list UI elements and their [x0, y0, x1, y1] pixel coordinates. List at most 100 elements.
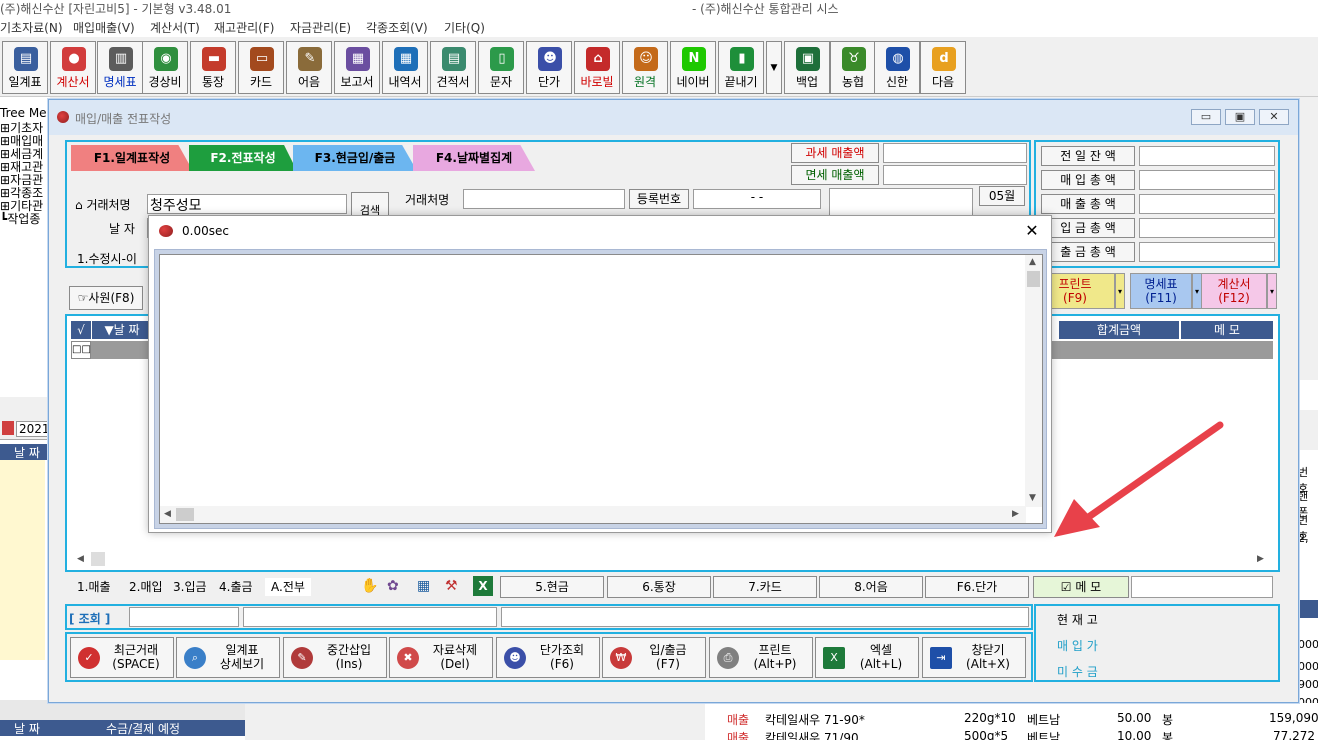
regno-field[interactable]: - -	[693, 189, 821, 209]
menu-basic-data[interactable]: 기초자료(N)	[0, 19, 63, 36]
tab-purchase[interactable]: 2.매입	[129, 578, 163, 596]
grid-scroll-thumb[interactable]	[91, 552, 105, 566]
toolbar-button-16[interactable]: ▣ 백업	[784, 41, 830, 94]
menu-reports[interactable]: 각종조회(V)	[366, 19, 428, 36]
scroll-left-icon[interactable]: ◀	[164, 509, 171, 519]
toolbar-button-13[interactable]: ☺ 원격	[622, 41, 668, 94]
subtab-edit[interactable]: 1.수정시-이	[77, 250, 137, 267]
memo-toggle[interactable]: ☑ 메 모	[1033, 576, 1129, 598]
popup-title: 0.00sec	[182, 224, 229, 238]
bankbook-button[interactable]: 6.통장	[607, 576, 711, 598]
toolbar-button-11[interactable]: ☻ 단가	[526, 41, 572, 94]
employee-button[interactable]: ☞사원(F8)	[69, 286, 143, 310]
calculator-icon[interactable]: ▦	[417, 578, 430, 594]
check-icon: ✓	[78, 647, 100, 669]
memo-field[interactable]	[1131, 576, 1273, 598]
menu-invoice[interactable]: 계산서(T)	[150, 19, 200, 36]
tab-daily-sheet[interactable]: F1.일계표작성	[71, 145, 193, 171]
tool-icon-2[interactable]: ✿	[387, 578, 399, 594]
grid-col-memo[interactable]: 메 모	[1181, 321, 1273, 339]
tab-deposit[interactable]: 3.입금	[173, 578, 207, 596]
tab-date-summary[interactable]: F4.날짜별집계	[413, 145, 535, 171]
tree-item[interactable]: ┗작업종	[0, 210, 40, 227]
scroll-right-icon[interactable]: ▶	[1012, 509, 1019, 519]
toolbar-button-6[interactable]: ✎ 어음	[286, 41, 332, 94]
grid-col-date[interactable]: ▼날 짜	[92, 321, 152, 339]
toolbar-button-15[interactable]: ▮ 끝내기	[718, 41, 764, 94]
toolbar-button-1[interactable]: ● 계산서	[50, 41, 96, 94]
toolbar-button-2[interactable]: ▥ 명세표	[97, 41, 143, 94]
cash-button[interactable]: 5.현금	[500, 576, 604, 598]
maximize-button[interactable]: ▣	[1225, 109, 1255, 125]
bg-col-date-2: 날 짜	[14, 722, 40, 736]
toolbar-button-17[interactable]: ♉ 농협	[830, 41, 876, 94]
tab-cash-io[interactable]: F3.현금입/출금	[293, 145, 417, 171]
app-icon	[57, 111, 69, 123]
tab-voucher[interactable]: F2.전표작성	[189, 145, 297, 171]
toolbar-icon: ✎	[298, 47, 322, 71]
toolbar-button-10[interactable]: ▯ 문자	[478, 41, 524, 94]
daily-detail-button[interactable]: ⌕ 일계표 상세보기	[176, 637, 280, 678]
toolbar-icon: ▮	[730, 47, 754, 71]
recent-trade-button[interactable]: ✓ 최근거래 (SPACE)	[70, 637, 174, 678]
toolbar-button-14[interactable]: N 네이버	[670, 41, 716, 94]
bill-button[interactable]: 8.어음	[819, 576, 923, 598]
toolbar-button-8[interactable]: ▦ 내역서	[382, 41, 428, 94]
app-icon	[159, 225, 173, 237]
toolbar-dropdown-icon[interactable]: ▼	[766, 41, 782, 94]
popup-horizontal-scrollbar[interactable]: ◀ ▶	[160, 506, 1026, 523]
invoice-dropdown[interactable]: ▾	[1267, 273, 1277, 309]
tools-icon[interactable]: ⚒	[445, 578, 458, 594]
scroll-down-icon[interactable]: ▼	[1029, 493, 1036, 503]
print-dropdown[interactable]: ▾	[1115, 273, 1125, 309]
delete-button[interactable]: ✖ 자료삭제 (Del)	[389, 637, 493, 678]
grid-col-check[interactable]: √	[71, 321, 91, 339]
tab-sales[interactable]: 1.매출	[77, 578, 111, 596]
menu-etc[interactable]: 기타(Q)	[444, 19, 485, 36]
exempt-sales-field[interactable]	[883, 165, 1027, 185]
excel-icon[interactable]: X	[473, 576, 493, 596]
tool-icon-1[interactable]: ✋	[361, 578, 378, 594]
toolbar-button-3[interactable]: ◉ 경상비	[142, 41, 188, 94]
close-button[interactable]: ✕	[1259, 109, 1289, 125]
insert-button[interactable]: ✎ 중간삽입 (Ins)	[283, 637, 387, 678]
scroll-thumb[interactable]	[1027, 271, 1040, 287]
grid-col-total[interactable]: 합계금액	[1059, 321, 1179, 339]
grid-scroll-left[interactable]: ◀	[77, 554, 84, 564]
toolbar-button-12[interactable]: ⌂ 바로빌	[574, 41, 620, 94]
menu-inventory[interactable]: 재고관리(F)	[214, 19, 274, 36]
toolbar-button-18[interactable]: ◍ 신한	[874, 41, 920, 94]
toolbar-button-7[interactable]: ▦ 보고서	[334, 41, 380, 94]
print-alt-button[interactable]: ⎙ 프린트 (Alt+P)	[709, 637, 813, 678]
statement-button[interactable]: 명세표 (F11)	[1130, 273, 1192, 309]
month-selector[interactable]: 05월	[979, 186, 1025, 206]
price-button[interactable]: F6.단가	[925, 576, 1029, 598]
minimize-button[interactable]: ▭	[1191, 109, 1221, 125]
memo-area[interactable]	[829, 188, 973, 218]
customer-input[interactable]: 청주성모	[147, 194, 347, 214]
delete-icon: ✖	[397, 647, 419, 669]
menu-purchase-sales[interactable]: 매입매출(V)	[73, 19, 135, 36]
popup-close-button[interactable]: ✕	[1021, 220, 1043, 242]
toolbar-button-9[interactable]: ▤ 견적서	[430, 41, 476, 94]
scroll-up-icon[interactable]: ▲	[1029, 257, 1036, 267]
excel-button[interactable]: X 엑셀 (Alt+L)	[815, 637, 919, 678]
toolbar-button-4[interactable]: ▬ 통장	[190, 41, 236, 94]
toolbar-button-19[interactable]: d 다음	[920, 41, 966, 94]
grid-scroll-right[interactable]: ▶	[1257, 554, 1264, 564]
tab-all[interactable]: A.전부	[265, 578, 311, 596]
close-window-button[interactable]: ⇥ 창닫기 (Alt+X)	[922, 637, 1026, 678]
price-lookup-button[interactable]: ☻ 단가조회 (F6)	[496, 637, 600, 678]
invoice-button[interactable]: 계산서 (F12)	[1201, 273, 1267, 309]
toolbar-icon: N	[682, 47, 706, 71]
popup-text-area[interactable]: ▲ ▼ ◀ ▶	[159, 254, 1043, 524]
toolbar-button-5[interactable]: ▭ 카드	[238, 41, 284, 94]
tab-withdraw[interactable]: 4.출금	[219, 578, 253, 596]
toolbar-button-0[interactable]: ▤ 일계표	[2, 41, 48, 94]
customer2-field[interactable]	[463, 189, 625, 209]
menu-funds[interactable]: 자금관리(E)	[290, 19, 351, 36]
card-button[interactable]: 7.카드	[713, 576, 817, 598]
tax-sales-field[interactable]	[883, 143, 1027, 163]
cash-io-button[interactable]: ₩ 입/출금 (F7)	[602, 637, 706, 678]
scroll-thumb[interactable]	[176, 508, 194, 521]
